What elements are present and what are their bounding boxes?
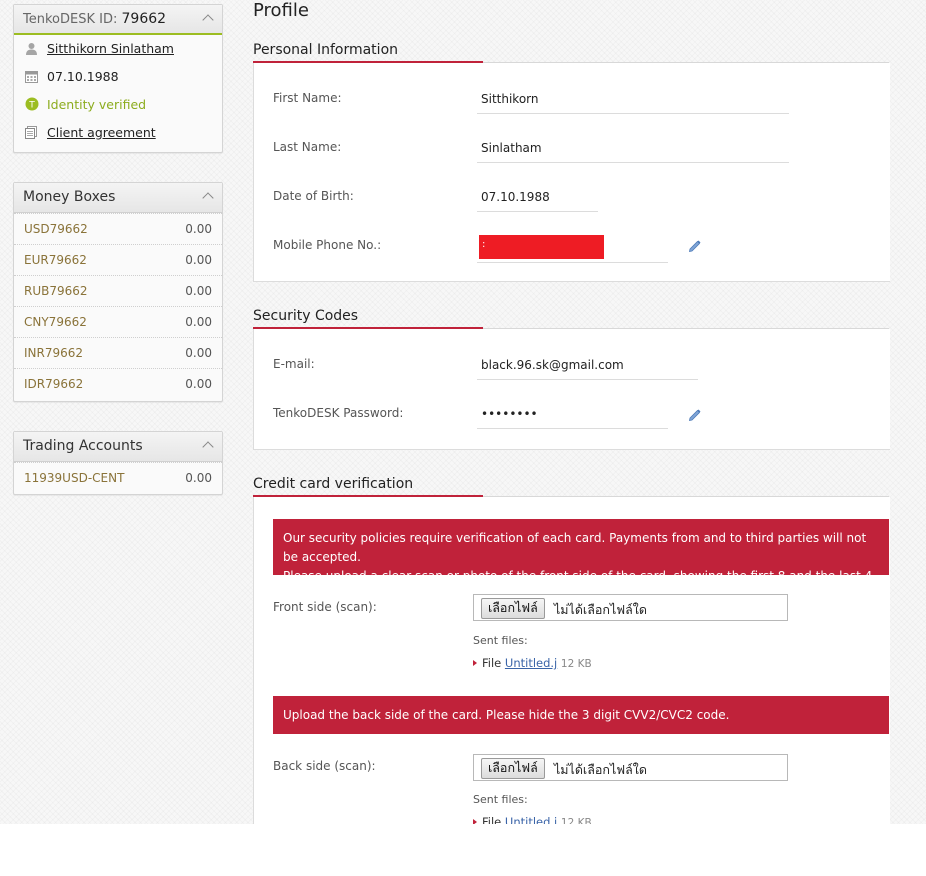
email-field[interactable]: black.96.sk@gmail.com [477,355,698,380]
page-title: Profile [253,0,309,21]
list-item[interactable]: RUB79662 0.00 [14,275,222,306]
security-codes-card [253,329,890,450]
user-name-row: Sitthikorn Sinlatham [14,35,222,63]
dob-row: 07.10.1988 [14,63,222,91]
agreement-row: Client agreement [14,119,222,147]
sent-files-label: Sent files: [473,634,528,647]
money-box-amount: 0.00 [185,284,212,298]
verified-status: Identity verified [47,97,147,112]
id-panel-header[interactable]: TenkoDESK ID: 79662 [14,5,222,35]
first-name-label: First Name: [273,91,342,105]
edit-phone-icon[interactable] [688,239,702,253]
file-link[interactable]: Untitled.j [505,815,557,824]
sent-files-label: Sent files: [473,793,528,806]
file-prefix: File [482,815,502,824]
money-box-code: INR79662 [24,346,84,360]
personal-info-title: Personal Information [253,42,399,58]
money-box-amount: 0.00 [185,222,212,236]
password-field[interactable]: •••••••• [477,404,668,429]
money-boxes-header[interactable]: Money Boxes [14,183,222,213]
front-notice: Our security policies require verificati… [273,519,889,602]
file-link[interactable]: Untitled.j [505,656,557,670]
email-label: E-mail: [273,357,315,371]
back-file-input[interactable]: เลือกไฟล์ ไม่ได้เลือกไฟล์ใด [473,754,788,781]
dob-field[interactable]: 07.10.1988 [477,187,598,212]
file-size: 12 KB [560,658,592,670]
calendar-icon [25,71,38,83]
money-box-amount: 0.00 [185,377,212,391]
money-boxes-title: Money Boxes [23,189,116,205]
redacted-phone: : [479,235,604,259]
file-prefix: File [482,656,502,670]
trading-account-code: 11939USD-CENT [24,471,125,485]
back-notice-text: Upload the back side of the card. Please… [283,708,730,722]
verified-row: T Identity verified [14,91,222,119]
trading-accounts-panel: Trading Accounts 11939USD-CENT 0.00 [13,431,223,495]
money-box-code: IDR79662 [24,377,84,391]
collapse-icon[interactable] [202,192,214,204]
user-icon [26,43,37,55]
back-notice: Upload the back side of the card. Please… [273,696,889,734]
verified-icon: T [25,97,39,111]
money-boxes-panel: Money Boxes USD79662 0.00 EUR79662 0.00 … [13,182,223,402]
money-box-amount: 0.00 [185,253,212,267]
dob-label: Date of Birth: [273,189,354,203]
money-box-code: CNY79662 [24,315,87,329]
bullet-icon [473,660,477,666]
first-name-field[interactable]: Sitthikorn [477,89,789,114]
last-name-field[interactable]: Sinlatham [477,138,789,163]
collapse-icon[interactable] [202,14,214,26]
credit-card-title: Credit card verification [253,476,414,492]
collapse-icon[interactable] [202,441,214,453]
sent-file-item: File Untitled.j 12 KB [473,656,592,670]
list-item[interactable]: 11939USD-CENT 0.00 [14,462,222,493]
choose-file-button[interactable]: เลือกไฟล์ [481,758,545,779]
phone-label: Mobile Phone No.: [273,238,382,252]
id-label: TenkoDESK ID: [23,12,118,27]
back-side-label: Back side (scan): [273,759,376,773]
money-box-code: USD79662 [24,222,88,236]
client-agreement-link[interactable]: Client agreement [47,125,156,140]
list-item[interactable]: IDR79662 0.00 [14,368,222,399]
no-file-text: ไม่ได้เลือกไฟล์ใด [554,762,647,777]
list-item[interactable]: CNY79662 0.00 [14,306,222,337]
user-name-link[interactable]: Sitthikorn Sinlatham [47,41,174,56]
money-box-amount: 0.00 [185,346,212,360]
money-box-code: RUB79662 [24,284,88,298]
clipped-file-row: File Untitled.j 12 KB [0,810,926,824]
document-icon [25,126,37,139]
trading-accounts-header[interactable]: Trading Accounts [14,432,222,462]
no-file-text: ไม่ได้เลือกไฟล์ใด [554,602,647,617]
trading-account-amount: 0.00 [185,471,212,485]
front-side-label: Front side (scan): [273,600,377,614]
security-codes-title: Security Codes [253,308,359,324]
password-label: TenkoDESK Password: [273,406,404,420]
money-box-code: EUR79662 [24,253,87,267]
bullet-icon [473,819,477,824]
id-panel: TenkoDESK ID: 79662 Sitthikorn Sinlatham… [13,4,223,153]
list-item[interactable]: EUR79662 0.00 [14,244,222,275]
sent-file-item: File Untitled.j 12 KB [473,815,592,824]
id-number: 79662 [121,11,167,27]
svg-text:T: T [28,101,35,111]
file-size: 12 KB [560,817,592,824]
list-item[interactable]: INR79662 0.00 [14,337,222,368]
trading-accounts-title: Trading Accounts [23,438,143,454]
phone-value: : [482,239,486,250]
front-file-input[interactable]: เลือกไฟล์ ไม่ได้เลือกไฟล์ใด [473,594,788,621]
choose-file-button[interactable]: เลือกไฟล์ [481,598,545,619]
list-item[interactable]: USD79662 0.00 [14,213,222,244]
money-box-amount: 0.00 [185,315,212,329]
front-notice-line-1: Our security policies require verificati… [283,531,867,564]
edit-password-icon[interactable] [688,408,702,422]
last-name-label: Last Name: [273,140,342,154]
dob-value: 07.10.1988 [47,69,119,84]
